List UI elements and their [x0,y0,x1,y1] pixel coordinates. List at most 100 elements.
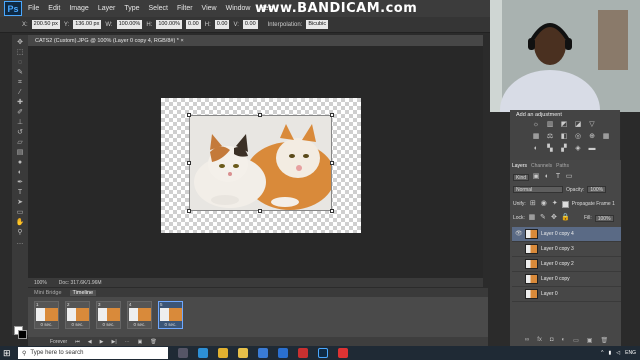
menu-type[interactable]: Type [124,5,139,12]
mask-icon[interactable]: ◘ [550,337,554,346]
crop-tool-icon[interactable]: ⌗ [16,79,25,87]
menu-select[interactable]: Select [149,5,168,12]
photo-filter-icon[interactable]: ◎ [574,133,582,141]
stamp-tool-icon[interactable]: ⊥ [16,119,25,127]
lasso-tool-icon[interactable]: ◌ [16,59,25,67]
transform-handle-t[interactable] [258,113,262,117]
selective-color-icon[interactable]: ◈ [574,145,582,153]
network-icon[interactable]: ▮ [609,350,612,356]
cat-photo-layer[interactable] [189,115,332,211]
black-white-icon[interactable]: ◧ [560,133,568,141]
zoom-tool-icon[interactable]: ⚲ [16,229,25,237]
transform-handle-br[interactable] [330,209,334,213]
menu-filter[interactable]: Filter [177,5,193,12]
timeline-frame[interactable]: 2 0 sec. [65,301,90,329]
vibrance-icon[interactable]: ▽ [588,121,596,129]
volume-icon[interactable]: ◁ [616,350,620,356]
adjustment-layer-icon[interactable]: ◐ [561,337,565,346]
play-icon[interactable]: ▶ [100,339,104,345]
angle-input[interactable]: 0.00 [186,20,201,29]
tab-channels[interactable]: Channels [531,163,552,169]
taskbar-search[interactable]: ⚲ Type here to search [18,347,168,359]
exposure-icon[interactable]: ◪ [574,121,582,129]
vskew-input[interactable]: 0.00 [242,20,258,29]
layer-row[interactable]: Layer 0 copy 2 [512,257,621,272]
edge-icon[interactable] [198,348,208,358]
frame-delay[interactable]: 0 sec. [97,322,120,327]
posterize-icon[interactable]: ▚ [546,145,554,153]
levels-icon[interactable]: ▥ [546,121,554,129]
frame-delay[interactable]: 0 sec. [35,322,58,327]
marquee-tool-icon[interactable]: ⬚ [16,49,25,57]
fill-input[interactable]: 100% [594,214,614,222]
w-input[interactable]: 100.00% [116,20,143,29]
history-brush-icon[interactable]: ↺ [16,129,25,137]
blur-tool-icon[interactable]: ● [16,159,25,167]
next-frame-icon[interactable]: ▶| [111,339,116,345]
loop-select[interactable]: Forever [50,339,67,345]
gradient-tool-icon[interactable]: ▤ [16,149,25,157]
hue-saturation-icon[interactable]: ▦ [532,133,540,141]
opacity-input[interactable]: 100% [587,186,607,193]
unify-style-icon[interactable]: ✦ [551,200,559,208]
eye-icon[interactable] [515,291,522,298]
document-tab[interactable]: CATS2 (Custom).JPG @ 100% (Layer 0 copy … [35,38,184,44]
x-input[interactable]: 200.50 px [31,20,60,29]
first-frame-icon[interactable]: ⏮ [75,339,80,345]
layer-row[interactable]: Layer 0 copy [512,272,621,287]
new-frame-icon[interactable]: ▣ [138,339,143,345]
shape-tool-icon[interactable]: ▭ [16,209,25,217]
eyedropper-tool-icon[interactable]: ⁄ [16,89,25,97]
healing-tool-icon[interactable]: ✚ [16,99,25,107]
file-explorer-icon[interactable] [238,348,248,358]
h-input[interactable]: 100.00% [156,20,183,29]
menu-view[interactable]: View [202,5,217,12]
threshold-icon[interactable]: ▞ [560,145,568,153]
group-icon[interactable]: ▭ [573,337,579,346]
type-tool-icon[interactable]: T [16,189,25,197]
tab-mini-bridge[interactable]: Mini Bridge [34,290,62,296]
pen-tool-icon[interactable]: ✒ [16,179,25,187]
layer-row[interactable]: Layer 0 [512,287,621,302]
curves-icon[interactable]: ◩ [560,121,568,129]
transform-handle-tl[interactable] [187,113,191,117]
menu-window[interactable]: Window [226,5,251,12]
eye-icon[interactable] [515,246,522,253]
transform-handle-l[interactable] [187,161,191,165]
pixel-filter-icon[interactable]: ▣ [532,173,540,181]
channel-mixer-icon[interactable]: ⊕ [588,133,596,141]
eye-icon[interactable] [515,261,522,268]
timeline-frame[interactable]: 1 0 sec. [34,301,59,329]
link-icon[interactable]: ∞ [525,337,529,346]
eye-icon[interactable]: 👁 [515,231,523,238]
frame-delay[interactable]: 0 sec. [159,322,182,327]
tab-timeline[interactable]: Timeline [69,289,97,296]
eraser-tool-icon[interactable]: ▱ [16,139,25,147]
type-filter-icon[interactable]: T [554,173,562,181]
interpolation-select[interactable]: Bicubic [306,20,329,29]
delete-frame-icon[interactable]: 🗑 [150,339,156,345]
timeline-frame-selected[interactable]: 5 0 sec. [158,301,183,329]
shape-filter-icon[interactable]: ▭ [565,173,573,181]
path-select-icon[interactable]: ➤ [16,199,25,207]
transform-handle-bl[interactable] [187,209,191,213]
bandicam-taskbar-icon[interactable] [338,348,348,358]
prev-frame-icon[interactable]: ◀ [88,339,92,345]
unify-position-icon[interactable]: ⊞ [529,200,537,208]
layer-row-selected[interactable]: 👁 Layer 0 copy 4 [512,227,621,242]
gradient-map-icon[interactable]: ▬ [588,145,596,153]
trash-icon[interactable]: 🗑 [600,337,608,346]
color-lookup-icon[interactable]: ▦ [602,133,610,141]
mail-icon[interactable] [258,348,268,358]
transform-handle-b[interactable] [258,209,262,213]
blend-mode-select[interactable]: Normal [513,186,563,193]
task-view-icon[interactable] [178,348,188,358]
tab-layers[interactable]: Layers [512,163,527,169]
more-tools-icon[interactable]: … [16,239,25,247]
unify-visibility-icon[interactable]: ◉ [540,200,548,208]
photoshop-taskbar-icon[interactable] [318,348,328,358]
quick-select-tool-icon[interactable]: ✎ [16,69,25,77]
fx-icon[interactable]: fx [537,337,542,346]
language-indicator[interactable]: ENG [625,350,636,356]
invert-icon[interactable]: ◐ [532,145,540,153]
